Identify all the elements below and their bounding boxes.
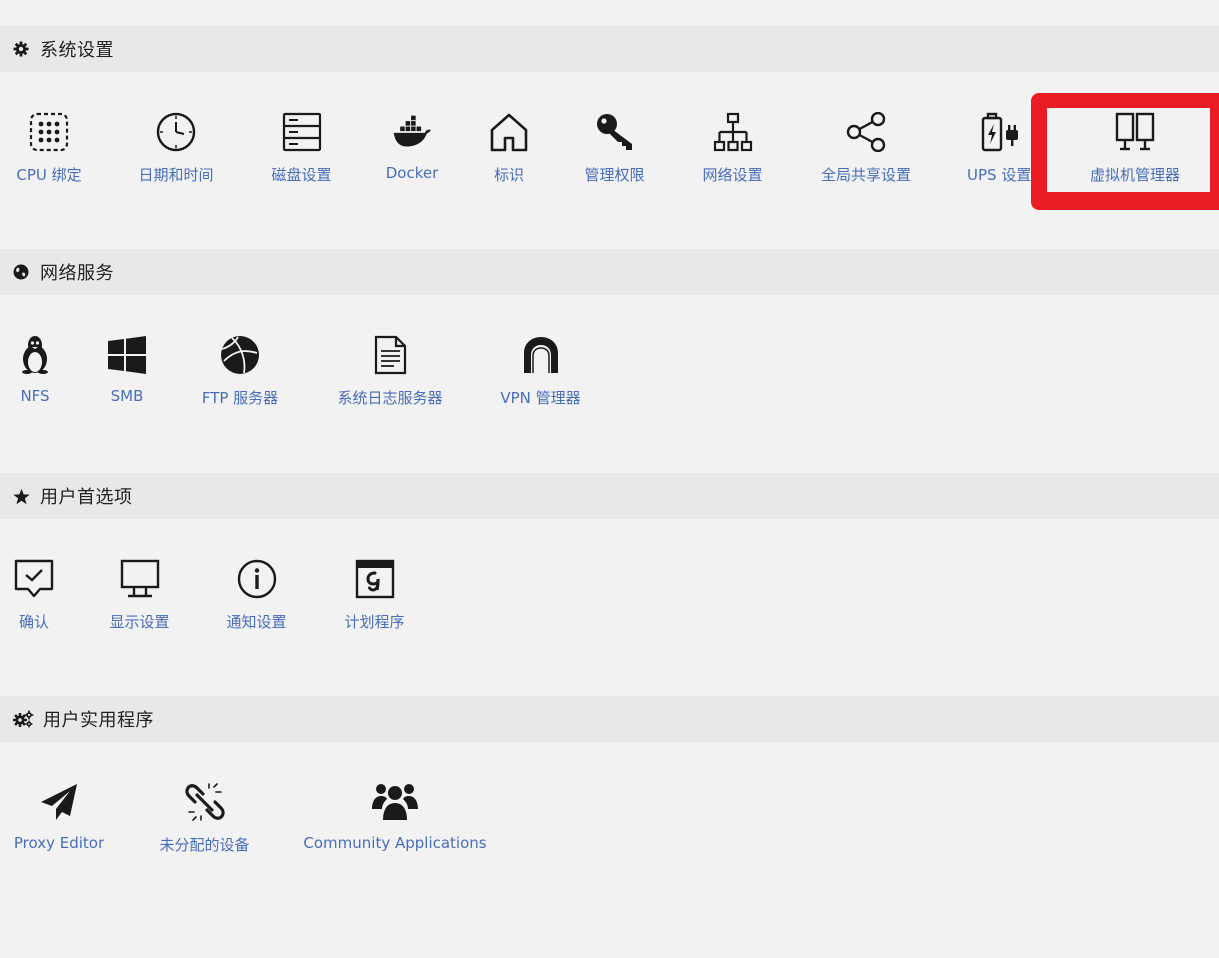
docker-whale-icon — [392, 112, 432, 152]
tile-smb[interactable]: SMB — [107, 335, 147, 405]
tile-label: VPN 管理器 — [500, 389, 581, 407]
linux-penguin-icon — [15, 335, 55, 375]
tile-label: Docker — [385, 164, 439, 182]
section-header-user-utilities: 用户实用程序 — [0, 696, 1219, 742]
section-header-system-settings: 系统设置 — [0, 26, 1219, 72]
battery-plug-icon — [979, 112, 1023, 152]
tile-global-share-settings[interactable]: 全局共享设置 — [818, 112, 914, 185]
tile-label: 未分配的设备 — [159, 836, 250, 854]
tile-label: 全局共享设置 — [820, 166, 911, 184]
users-group-icon — [372, 782, 418, 822]
tile-label: 确认 — [18, 613, 49, 631]
tile-vm-manager[interactable]: 虚拟机管理器 — [1086, 112, 1184, 185]
vm-monitors-icon — [1115, 112, 1155, 152]
tile-label: 标识 — [493, 166, 524, 184]
monitor-icon — [120, 559, 160, 599]
clock-icon — [156, 112, 196, 152]
tile-ups-settings[interactable]: UPS 设置 — [967, 112, 1033, 185]
globe-icon — [12, 263, 30, 281]
tile-unassigned-devices[interactable]: 未分配的设备 — [156, 782, 253, 855]
gear-icon — [12, 40, 30, 58]
tile-scheduler[interactable]: 计划程序 — [342, 559, 407, 632]
home-icon — [489, 112, 529, 152]
log-document-icon — [370, 335, 410, 375]
tile-management-access[interactable]: 管理权限 — [582, 112, 647, 185]
tile-label: 管理权限 — [584, 166, 645, 184]
tile-docker[interactable]: Docker — [386, 112, 438, 182]
tile-network-settings[interactable]: 网络设置 — [700, 112, 765, 185]
tile-label: 计划程序 — [344, 613, 405, 631]
network-tree-icon — [713, 112, 753, 152]
tile-label: 显示设置 — [109, 613, 170, 631]
tile-syslog-server[interactable]: 系统日志服务器 — [334, 335, 446, 408]
tile-label: UPS 设置 — [967, 166, 1032, 184]
vpn-tunnel-icon — [521, 335, 561, 375]
star-icon — [12, 487, 30, 505]
tile-confirmations[interactable]: 确认 — [14, 559, 54, 632]
tile-label: 通知设置 — [226, 613, 287, 631]
tile-label: 系统日志服务器 — [337, 389, 443, 407]
share-icon — [846, 112, 886, 152]
tile-identification[interactable]: 标识 — [489, 112, 529, 185]
gears-icon — [12, 710, 34, 728]
calendar-icon — [355, 559, 395, 599]
tile-display-settings[interactable]: 显示设置 — [107, 559, 172, 632]
tile-label: 磁盘设置 — [271, 166, 332, 184]
tile-label: FTP 服务器 — [201, 389, 279, 407]
info-icon — [237, 559, 277, 599]
disk-stack-icon — [282, 112, 322, 152]
key-icon — [595, 112, 635, 152]
tile-proxy-editor[interactable]: Proxy Editor — [13, 782, 105, 852]
tile-community-applications[interactable]: Community Applications — [303, 782, 487, 852]
section-title: 系统设置 — [40, 40, 114, 61]
cpu-grid-icon — [29, 112, 69, 152]
windows-icon — [107, 335, 147, 375]
tile-notification-settings[interactable]: 通知设置 — [224, 559, 289, 632]
tile-label: NFS — [20, 387, 50, 405]
section-header-user-preferences: 用户首选项 — [0, 473, 1219, 519]
tile-label: Proxy Editor — [13, 834, 105, 852]
tile-label: CPU 绑定 — [16, 166, 82, 184]
confirm-speech-icon — [14, 559, 54, 599]
section-header-network-services: 网络服务 — [0, 249, 1219, 295]
tile-disk-settings[interactable]: 磁盘设置 — [269, 112, 334, 185]
tile-vpn-manager[interactable]: VPN 管理器 — [499, 335, 582, 408]
broken-link-icon — [184, 782, 225, 822]
tile-label: 网络设置 — [702, 166, 763, 184]
paper-plane-icon — [39, 782, 79, 822]
tile-date-time[interactable]: 日期和时间 — [136, 112, 216, 185]
tile-label: 日期和时间 — [138, 166, 214, 184]
tile-ftp-server[interactable]: FTP 服务器 — [200, 335, 280, 408]
tile-label: SMB — [110, 387, 144, 405]
tile-label: 虚拟机管理器 — [1089, 166, 1180, 184]
section-title: 用户实用程序 — [43, 710, 154, 731]
tile-nfs[interactable]: NFS — [15, 335, 55, 405]
tile-label: Community Applications — [303, 834, 487, 852]
tile-cpu-pinning[interactable]: CPU 绑定 — [15, 112, 83, 185]
section-title: 网络服务 — [40, 263, 114, 284]
section-title: 用户首选项 — [40, 487, 133, 508]
ftp-globe-icon — [220, 335, 260, 375]
